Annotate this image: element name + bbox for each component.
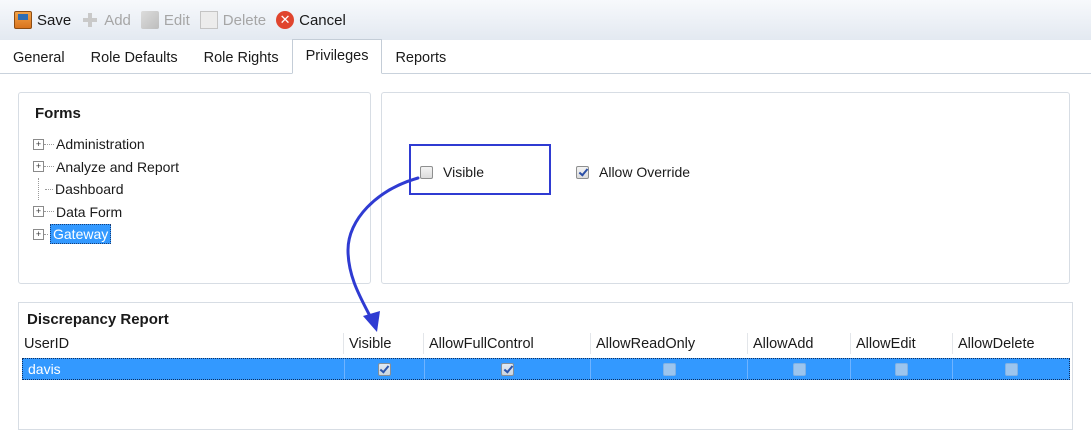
save-icon	[14, 11, 32, 29]
column-header-visible[interactable]: Visible	[344, 333, 424, 354]
delete-icon	[199, 11, 218, 29]
delete-label: Delete	[222, 11, 267, 29]
tab-reports[interactable]: Reports	[382, 43, 459, 73]
cell-allowedit[interactable]	[851, 359, 954, 379]
column-header-allowreadonly[interactable]: AllowReadOnly	[591, 333, 748, 354]
column-header-allowadd[interactable]: AllowAdd	[748, 333, 851, 354]
cell-userid[interactable]: davis	[23, 359, 345, 379]
cell-allowedit-checkbox[interactable]	[895, 362, 909, 376]
tree-item-label: Dashboard	[55, 181, 124, 198]
tree-connector	[44, 211, 54, 213]
toolbar: Save Add Edit Delete ✕ Cancel	[0, 0, 1091, 40]
delete-button[interactable]: Delete	[199, 11, 267, 29]
tree-item-label: Analyze and Report	[56, 158, 179, 175]
discrepancy-report-title: Discrepancy Report	[27, 311, 169, 328]
forms-panel: Forms + Administration + Analyze and Rep…	[18, 92, 371, 284]
table-row[interactable]: davis	[22, 358, 1070, 380]
tree-connector	[44, 233, 48, 235]
tab-privileges[interactable]: Privileges	[291, 39, 383, 74]
tree-item-label: Administration	[56, 136, 145, 153]
tree-item-label: Gateway	[50, 224, 112, 245]
tree-item-gateway[interactable]: + Gateway	[33, 223, 179, 246]
cell-allowadd-checkbox[interactable]	[792, 362, 806, 376]
visible-checkbox[interactable]: Visible	[420, 164, 484, 180]
forms-title: Forms	[35, 105, 81, 122]
tree-item-analyze-and-report[interactable]: + Analyze and Report	[33, 156, 179, 179]
cell-allowadd[interactable]	[748, 359, 852, 379]
add-label: Add	[104, 11, 131, 29]
tab-role-defaults[interactable]: Role Defaults	[78, 43, 191, 73]
tree-item-data-form[interactable]: + Data Form	[33, 201, 179, 224]
cell-allowfullcontrol[interactable]	[425, 359, 592, 379]
expand-icon[interactable]: +	[33, 206, 44, 218]
cell-visible[interactable]	[345, 359, 425, 379]
cell-allowdelete[interactable]	[953, 359, 1069, 379]
cell-allowreadonly[interactable]	[591, 359, 749, 379]
column-header-allowdelete[interactable]: AllowDelete	[953, 333, 1069, 354]
tab-strip: General Role Defaults Role Rights Privil…	[0, 39, 1091, 74]
allow-override-checkbox-box[interactable]	[576, 165, 589, 179]
tree-connector	[44, 143, 54, 145]
tree-connector	[45, 188, 53, 190]
expand-icon[interactable]: +	[33, 161, 44, 173]
save-label: Save	[37, 11, 72, 29]
edit-icon	[140, 11, 159, 29]
tree-item-dashboard[interactable]: Dashboard	[33, 178, 179, 201]
save-button[interactable]: Save	[14, 11, 71, 29]
visible-checkbox-label: Visible	[443, 164, 484, 180]
allow-override-checkbox[interactable]: Allow Override	[576, 164, 690, 180]
grid-header-row: UserID Visible AllowFullControl AllowRea…	[19, 333, 1072, 354]
cell-visible-checkbox[interactable]	[377, 362, 391, 376]
add-icon	[81, 11, 99, 29]
tree-connector	[44, 166, 54, 168]
cell-allowdelete-checkbox[interactable]	[1004, 362, 1018, 376]
cell-allowfullcontrol-checkbox[interactable]	[501, 362, 515, 376]
tab-general[interactable]: General	[0, 43, 78, 73]
edit-label: Edit	[163, 11, 190, 29]
column-header-userid[interactable]: UserID	[19, 333, 344, 354]
discrepancy-report-grid: Discrepancy Report UserID Visible AllowF…	[18, 302, 1073, 430]
tree-item-label: Data Form	[56, 203, 123, 220]
cancel-button[interactable]: ✕ Cancel	[276, 11, 346, 29]
expand-icon[interactable]: +	[33, 138, 44, 150]
forms-tree: + Administration + Analyze and Report Da…	[33, 133, 179, 246]
cancel-label: Cancel	[299, 11, 346, 29]
expand-icon[interactable]: +	[33, 228, 44, 240]
cell-allowreadonly-checkbox[interactable]	[662, 362, 676, 376]
column-header-allowfullcontrol[interactable]: AllowFullControl	[424, 333, 591, 354]
allow-override-checkbox-label: Allow Override	[599, 164, 691, 180]
cancel-icon: ✕	[276, 11, 295, 29]
tree-item-administration[interactable]: + Administration	[33, 133, 179, 156]
tree-connector	[38, 178, 45, 201]
column-header-allowedit[interactable]: AllowEdit	[851, 333, 953, 354]
visible-checkbox-box[interactable]	[420, 165, 433, 179]
add-button[interactable]: Add	[81, 11, 131, 29]
tab-role-rights[interactable]: Role Rights	[191, 43, 292, 73]
edit-button[interactable]: Edit	[140, 11, 190, 29]
